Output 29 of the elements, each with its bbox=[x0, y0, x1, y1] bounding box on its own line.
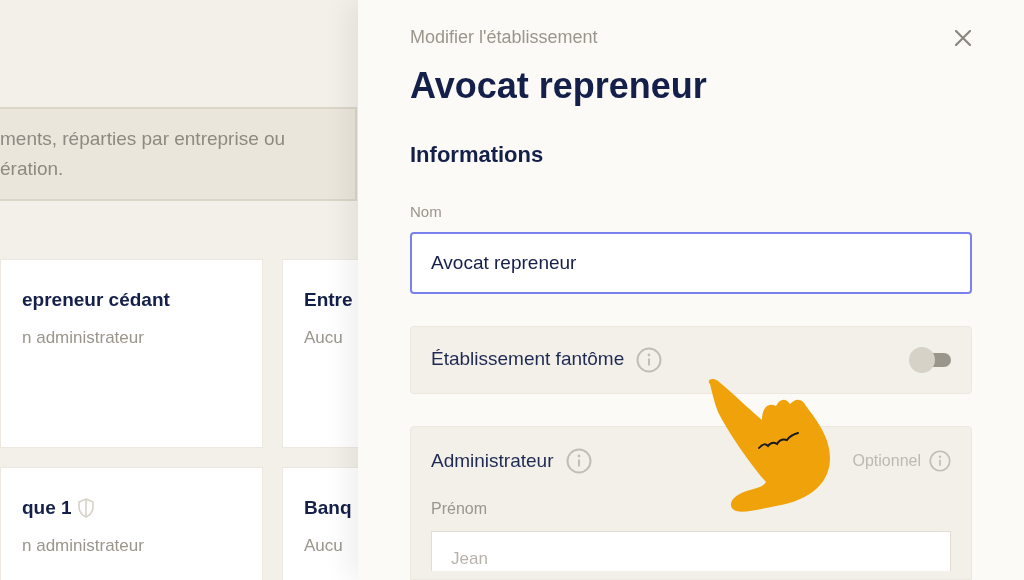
optional-label: Optionnel bbox=[852, 450, 921, 471]
establishment-card[interactable]: Entre Aucu bbox=[282, 259, 358, 448]
notice-text: ération. bbox=[0, 157, 65, 181]
card-title: epreneur cédant bbox=[22, 288, 170, 312]
info-icon[interactable] bbox=[636, 346, 663, 373]
info-icon[interactable] bbox=[565, 447, 592, 474]
card-title: Entre bbox=[304, 288, 353, 312]
establishment-card[interactable]: que 1 n administrateur bbox=[0, 467, 263, 580]
setting-label: Établissement fantôme bbox=[431, 347, 625, 372]
panel-title: Avocat repreneur bbox=[410, 64, 708, 108]
first-name-input[interactable]: Jean bbox=[431, 531, 951, 571]
card-title: que 1 bbox=[22, 496, 72, 520]
field-label: Prénom bbox=[431, 499, 489, 519]
notice-text: ments, réparties par entreprise ou bbox=[0, 127, 287, 151]
panel-subtitle: Modifier l'établissement bbox=[410, 26, 598, 49]
name-input[interactable]: Avocat repreneur bbox=[410, 231, 972, 294]
card-title: Banq bbox=[304, 496, 352, 520]
establishment-card[interactable]: epreneur cédant n administrateur bbox=[0, 259, 263, 448]
card-subtitle: Aucu bbox=[304, 534, 344, 557]
info-icon[interactable] bbox=[929, 449, 951, 472]
section-label: Administrateur bbox=[431, 448, 554, 473]
card-subtitle: n administrateur bbox=[22, 326, 145, 349]
field-label: Nom bbox=[410, 202, 443, 222]
toggle-switch[interactable] bbox=[909, 346, 951, 373]
close-icon[interactable] bbox=[955, 29, 971, 46]
card-subtitle: n administrateur bbox=[22, 534, 145, 557]
establishment-card[interactable]: Banq Aucu bbox=[282, 467, 358, 580]
card-subtitle: Aucu bbox=[304, 326, 344, 349]
section-heading: Informations bbox=[410, 141, 545, 169]
